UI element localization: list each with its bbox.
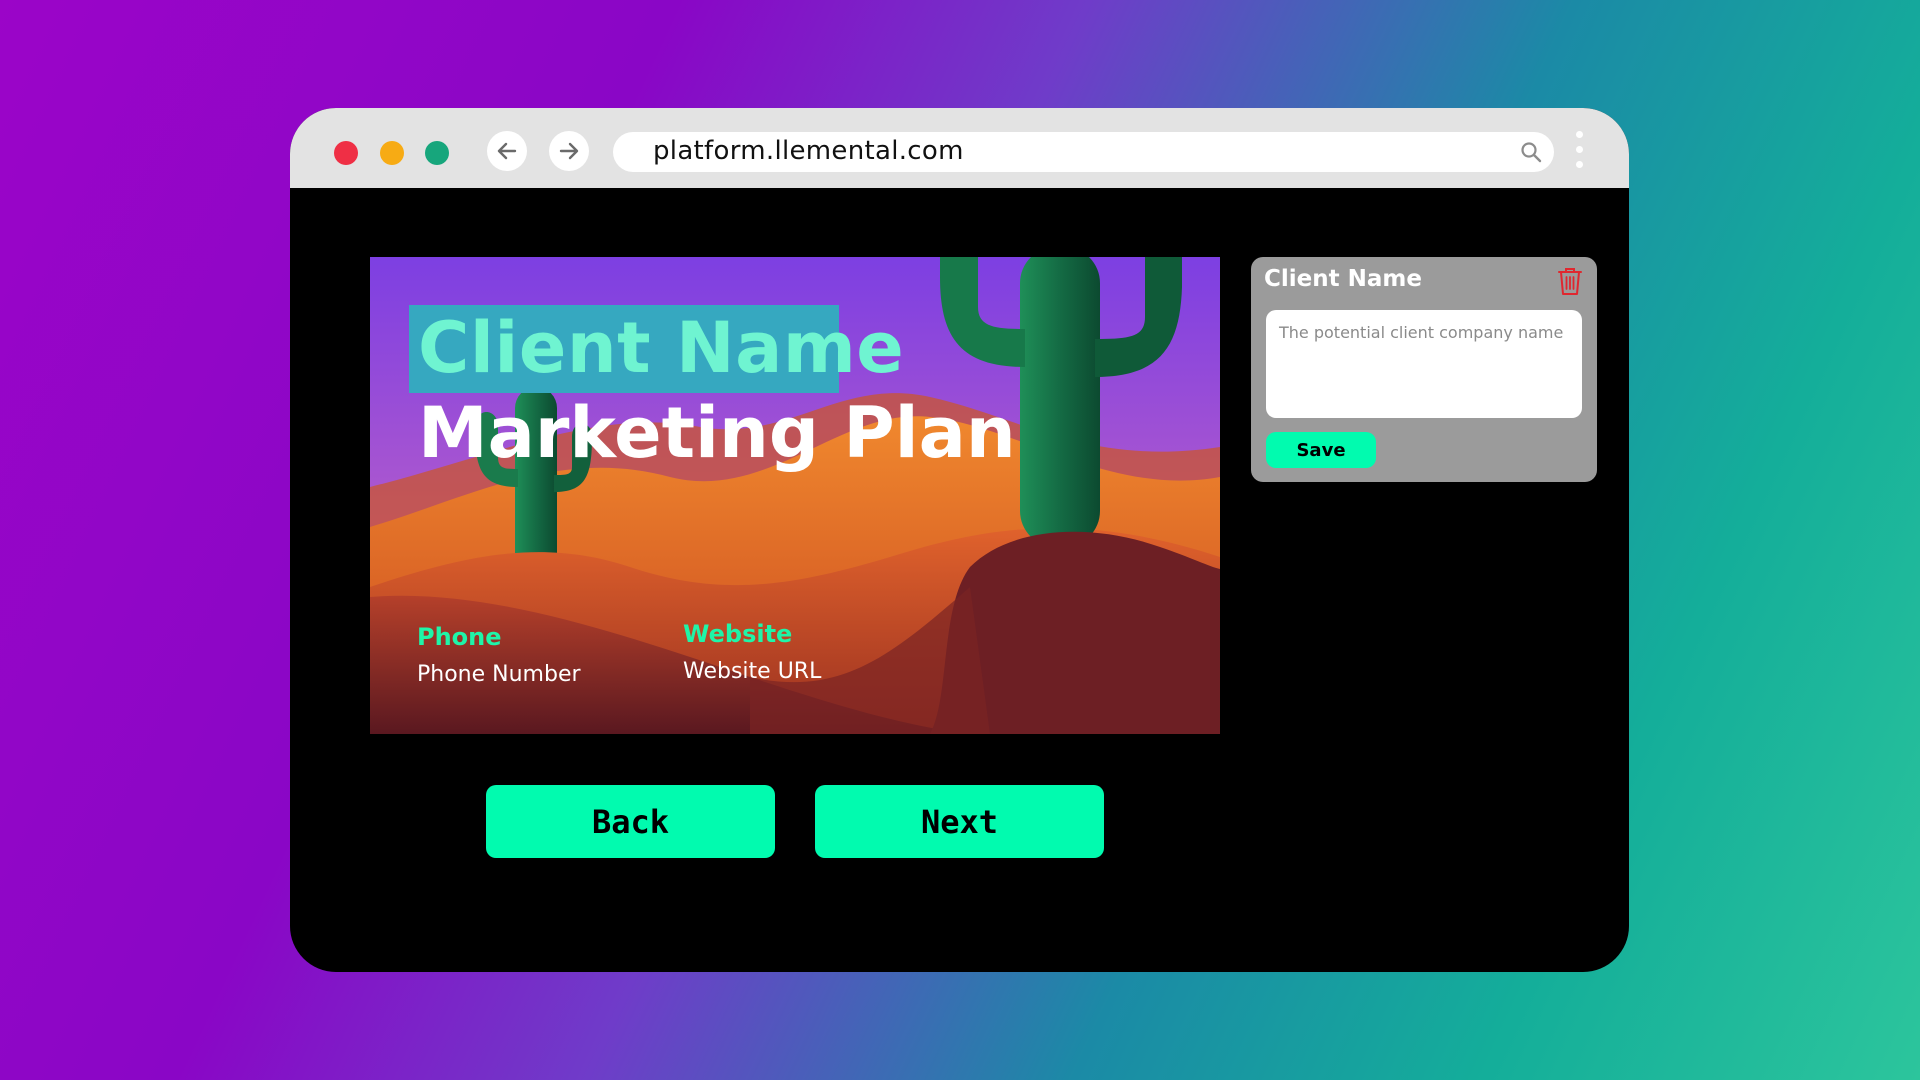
minimize-window-button[interactable] <box>380 141 404 165</box>
close-window-button[interactable] <box>334 141 358 165</box>
kebab-dot <box>1576 161 1583 168</box>
browser-window: platform.llemental.com Client Name Marke… <box>290 108 1629 972</box>
next-button[interactable]: Next <box>815 785 1104 858</box>
arrow-right-icon <box>559 142 579 160</box>
field-editor-panel: Client Name Save <box>1251 257 1597 482</box>
browser-forward-button[interactable] <box>549 131 589 171</box>
kebab-menu-icon[interactable] <box>1575 131 1585 175</box>
search-icon[interactable] <box>1520 141 1542 163</box>
slide-client-name[interactable]: Client Name <box>418 307 904 389</box>
panel-title: Client Name <box>1264 266 1422 292</box>
website-label: Website <box>683 620 793 648</box>
browser-back-button[interactable] <box>487 131 527 171</box>
website-value[interactable]: Website URL <box>683 659 821 684</box>
slide-title[interactable]: Marketing Plan <box>418 392 1016 474</box>
back-button[interactable]: Back <box>486 785 775 858</box>
browser-titlebar: platform.llemental.com <box>290 108 1629 188</box>
save-button[interactable]: Save <box>1266 432 1376 468</box>
address-bar-url: platform.llemental.com <box>653 136 964 166</box>
client-name-field[interactable] <box>1266 310 1582 418</box>
arrow-left-icon <box>497 142 517 160</box>
phone-value[interactable]: Phone Number <box>417 662 581 687</box>
maximize-window-button[interactable] <box>425 141 449 165</box>
kebab-dot <box>1576 146 1583 153</box>
address-bar[interactable]: platform.llemental.com <box>613 132 1554 172</box>
phone-label: Phone <box>417 623 502 651</box>
kebab-dot <box>1576 131 1583 138</box>
trash-icon[interactable] <box>1557 266 1583 296</box>
slide-preview[interactable]: Client Name Marketing Plan Phone Phone N… <box>370 257 1220 734</box>
